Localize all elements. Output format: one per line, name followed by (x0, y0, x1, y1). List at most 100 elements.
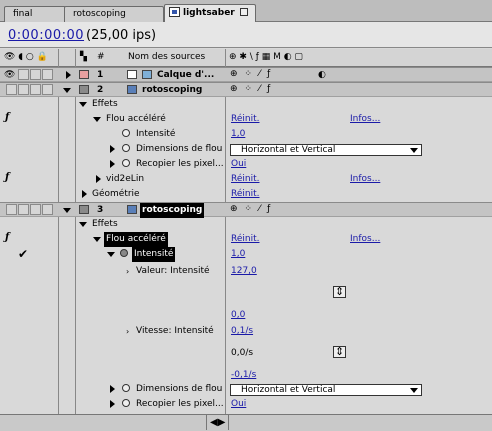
layer-name[interactable]: Calque d'... (157, 68, 214, 83)
reset-link[interactable]: Réinit. (231, 172, 259, 187)
effect-switch-icon[interactable]: ƒ (5, 112, 9, 123)
collapse-triangle[interactable] (63, 88, 71, 93)
effect-name[interactable]: vid2eLin (106, 172, 144, 187)
tab-lightsaber[interactable]: lightsaber (164, 4, 256, 22)
keyframe-checkmark-icon[interactable]: ✔ (18, 247, 28, 262)
video-switch[interactable] (6, 204, 17, 215)
effect-name-selected[interactable]: Flou accéléré (104, 232, 168, 247)
effect-name[interactable]: Flou accéléré (106, 112, 166, 127)
layer-row-1[interactable]: 👁 1 Calque d'... ⊕ ⁘ ⁄ ƒ ◐ (0, 67, 492, 82)
collapse-triangle[interactable] (93, 117, 101, 122)
blur-dimensions-dropdown[interactable]: Horizontal et Vertical (230, 384, 422, 396)
layer-switches[interactable]: ⊕ ⁘ ⁄ ƒ (230, 69, 272, 79)
geometry-group-row[interactable]: Géométrie Réinit. (0, 187, 492, 202)
source-name-header[interactable]: Nom des sources (128, 50, 205, 65)
layer-row-2[interactable]: 2 rotoscoping ⊕ ⁘ ⁄ ƒ (0, 82, 492, 97)
property-row-repeat-edge[interactable]: Recopier les pixel... Oui (0, 157, 492, 172)
expand-triangle[interactable] (96, 175, 101, 183)
layer-switches[interactable]: ⊕ ⁘ ⁄ ƒ (230, 204, 272, 214)
tab-final[interactable]: final (4, 6, 66, 22)
expand-triangle[interactable] (66, 71, 71, 79)
stopwatch-icon[interactable] (122, 157, 133, 172)
label-color[interactable] (79, 85, 89, 94)
bullet-icon: › (126, 327, 130, 336)
property-name: Recopier les pixel... (136, 159, 224, 169)
expand-triangle[interactable] (82, 190, 87, 198)
close-tab-icon[interactable] (239, 8, 248, 16)
time-row: 0:00:00:00 (25,00 ips) (0, 22, 492, 48)
adjustment-icon[interactable]: ◐ (318, 68, 326, 83)
velocity-max[interactable]: 0,1/s (231, 324, 253, 339)
stopwatch-icon[interactable] (120, 247, 131, 262)
panel-resize-arrows-icon[interactable]: ◀▶ (206, 415, 230, 430)
expand-triangle[interactable] (110, 145, 115, 153)
label-color[interactable] (79, 205, 89, 214)
layer-name-selected[interactable]: rotoscoping (140, 203, 205, 218)
video-switch[interactable] (6, 84, 17, 95)
reset-link[interactable]: Réinit. (231, 187, 259, 202)
column-header: 👁 ◖ ○ 🔒 ▚ # Nom des sources ⊕ ✱ \ ƒ ▦ M … (0, 49, 492, 67)
effect-switch-icon[interactable]: ƒ (5, 232, 9, 243)
label-color[interactable] (79, 70, 89, 79)
layer-row-3[interactable]: 3 rotoscoping ⊕ ⁘ ⁄ ƒ (0, 202, 492, 218)
property-row-repeat-edge[interactable]: Recopier les pixel... Oui (0, 397, 492, 412)
effects-group-row[interactable]: Effets (0, 217, 492, 232)
velocity-graph-label: Vitesse: Intensité (136, 326, 214, 336)
tab-rotoscoping[interactable]: rotoscoping (64, 6, 164, 22)
solo-switch[interactable] (30, 69, 41, 80)
stopwatch-icon[interactable] (122, 397, 133, 412)
property-row-intensity[interactable]: ✔ Intensité 1,0 (0, 247, 492, 262)
layer-switches[interactable]: ⊕ ⁘ ⁄ ƒ (230, 84, 272, 94)
audio-switch[interactable] (18, 204, 29, 215)
collapse-triangle[interactable] (93, 237, 101, 242)
stopwatch-icon[interactable] (122, 127, 133, 142)
reset-link[interactable]: Réinit. (231, 112, 259, 127)
collapse-triangle[interactable] (79, 102, 87, 107)
property-row-intensity[interactable]: Intensité 1,0 (0, 127, 492, 142)
stopwatch-icon[interactable] (122, 142, 133, 157)
property-row-dimensions[interactable]: Dimensions de flou Horizontal et Vertica… (0, 142, 492, 157)
composition-icon (127, 85, 137, 94)
stopwatch-icon[interactable] (122, 382, 133, 397)
velocity-graph-area: › Vitesse: Intensité 0,1/s 0,0/s ⇕ -0,1/… (0, 322, 492, 382)
effect-row-vid2elin[interactable]: ƒ vid2eLin Réinit. Infos... (0, 172, 492, 187)
repeat-edge-value[interactable]: Oui (231, 157, 246, 172)
lock-switch[interactable] (42, 204, 53, 215)
repeat-edge-value[interactable]: Oui (231, 397, 246, 412)
info-link[interactable]: Infos... (350, 232, 380, 247)
effect-row-fast-blur[interactable]: ƒ Flou accéléré Réinit. Infos... (0, 112, 492, 127)
lock-switch[interactable] (42, 84, 53, 95)
info-link[interactable]: Infos... (350, 112, 380, 127)
reset-link[interactable]: Réinit. (231, 232, 259, 247)
layer-name[interactable]: rotoscoping (142, 83, 202, 98)
expand-triangle[interactable] (110, 400, 115, 408)
solo-switch[interactable] (30, 84, 41, 95)
audio-switch[interactable] (18, 84, 29, 95)
lock-switch[interactable] (42, 69, 53, 80)
value-min[interactable]: 0,0 (231, 308, 245, 323)
velocity-min[interactable]: -0,1/s (231, 368, 256, 383)
audio-switch[interactable] (18, 69, 29, 80)
info-link[interactable]: Infos... (350, 172, 380, 187)
property-row-dimensions[interactable]: Dimensions de flou Horizontal et Vertica… (0, 382, 492, 397)
resize-graph-icon[interactable]: ⇕ (333, 346, 347, 358)
intensity-value[interactable]: 1,0 (231, 247, 245, 262)
collapse-triangle[interactable] (63, 208, 71, 213)
expand-triangle[interactable] (110, 385, 115, 393)
effect-row-fast-blur[interactable]: ƒ Flou accéléré Réinit. Infos... (0, 232, 492, 247)
eye-icon[interactable]: 👁 (4, 68, 15, 83)
collapse-triangle[interactable] (79, 222, 87, 227)
value-max[interactable]: 127,0 (231, 264, 257, 279)
label-icon: ▚ (80, 52, 87, 62)
resize-graph-icon[interactable]: ⇕ (333, 286, 347, 298)
expand-triangle[interactable] (110, 160, 115, 168)
effect-switch-icon[interactable]: ƒ (5, 172, 9, 183)
solo-switch[interactable] (30, 204, 41, 215)
collapse-triangle[interactable] (107, 252, 115, 257)
switches-header-icons: ⊕ ✱ \ ƒ ▦ M ◐ ▢ (229, 52, 303, 62)
intensity-value[interactable]: 1,0 (231, 127, 245, 142)
current-time[interactable]: 0:00:00:00 (8, 28, 84, 43)
tab-label: final (13, 9, 33, 19)
effects-group-row[interactable]: Effets (0, 97, 492, 112)
blur-dimensions-dropdown[interactable]: Horizontal et Vertical (230, 144, 422, 156)
